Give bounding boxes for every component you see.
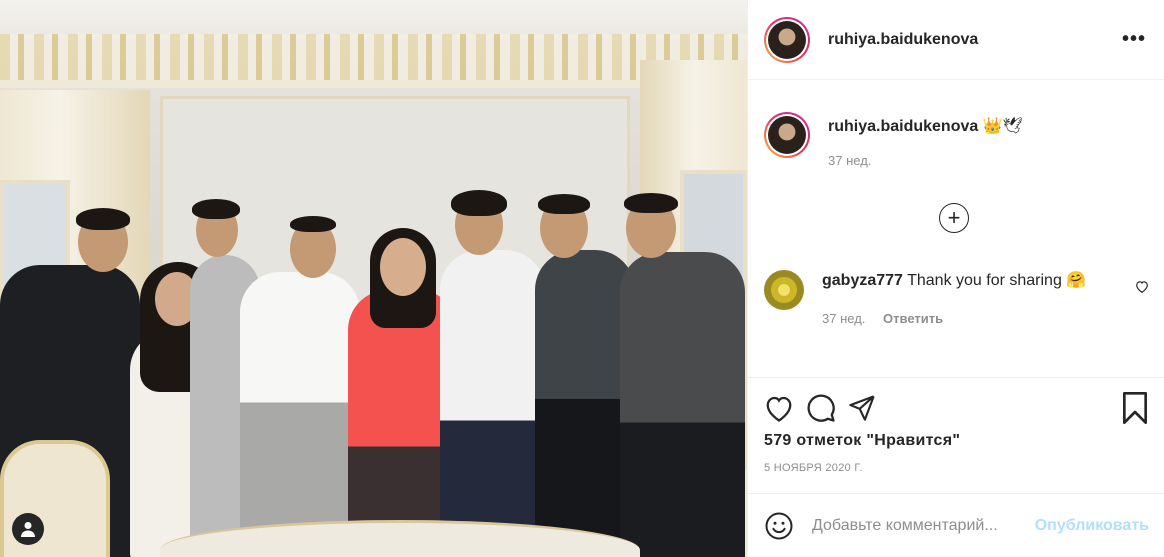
comment-text: Thank you for sharing 🤗: [907, 272, 1087, 289]
person-6: [440, 250, 545, 557]
action-icons: [764, 386, 1149, 430]
post-side-panel: ruhiya.baidukenova ••• ruhiya.baidukenov…: [747, 0, 1164, 557]
post-photo[interactable]: [0, 0, 747, 557]
comment-icon: [807, 394, 835, 422]
person-8: [620, 252, 745, 557]
comment-button[interactable]: [806, 393, 836, 423]
user-tag-button[interactable]: [12, 513, 44, 545]
caption-avatar[interactable]: [764, 112, 810, 158]
comment-like-button[interactable]: [1135, 280, 1149, 298]
author-username[interactable]: ruhiya.baidukenova: [828, 31, 978, 49]
user-tag-icon: [21, 522, 35, 537]
reply-button[interactable]: Ответить: [883, 311, 943, 326]
author-avatar-image: [768, 20, 806, 59]
person-4: [240, 272, 360, 557]
save-button[interactable]: [1121, 392, 1149, 424]
load-more-comments-button[interactable]: +: [939, 203, 969, 233]
caption-time[interactable]: 37 нед.: [828, 153, 871, 168]
caption-text: 👑🕊: [982, 118, 1023, 135]
like-button[interactable]: [764, 394, 794, 422]
comment-time[interactable]: 37 нед.: [822, 311, 865, 326]
heart-icon: [1136, 281, 1148, 294]
smiley-icon: [765, 512, 793, 539]
publish-button[interactable]: Опубликовать: [1035, 517, 1149, 535]
person-3-hair: [192, 199, 240, 219]
bookmark-icon: [1123, 392, 1147, 424]
commenter-avatar[interactable]: [764, 270, 804, 310]
post-date[interactable]: 5 НОЯБРЯ 2020 Г.: [764, 462, 1149, 474]
comment-input[interactable]: [812, 516, 1022, 535]
person-6-hair: [451, 190, 507, 216]
post-actions: 579 отметок "Нравится" 5 НОЯБРЯ 2020 Г.: [748, 377, 1164, 474]
comment-username[interactable]: gabyza777: [822, 272, 903, 289]
person-5-head: [380, 238, 426, 296]
instagram-post-modal: ruhiya.baidukenova ••• ruhiya.baidukenov…: [0, 0, 1164, 557]
add-comment-bar: Опубликовать: [748, 493, 1164, 557]
paper-plane-icon: [849, 395, 875, 421]
emoji-button[interactable]: [764, 511, 794, 541]
person-1-hair: [76, 208, 130, 230]
person-4-hair: [290, 216, 336, 232]
comment-item: gabyza777 Thank you for sharing 🤗 37 нед…: [764, 270, 1092, 330]
more-options-icon[interactable]: •••: [1122, 28, 1146, 51]
comments-section: ruhiya.baidukenova 👑🕊 37 нед. + gabyza77…: [748, 80, 1164, 380]
caption: ruhiya.baidukenova 👑🕊 37 нед.: [764, 112, 1023, 172]
caption-username[interactable]: ruhiya.baidukenova: [828, 118, 978, 135]
person-7-hair: [538, 194, 590, 214]
person-8-hair: [624, 193, 678, 213]
photo-frieze: [0, 34, 747, 80]
likes-count[interactable]: 579 отметок "Нравится": [764, 432, 1149, 450]
share-button[interactable]: [848, 394, 876, 422]
author-avatar[interactable]: [764, 16, 810, 63]
post-header: ruhiya.baidukenova •••: [748, 0, 1164, 80]
heart-icon: [766, 396, 792, 422]
photo-molding: [0, 80, 747, 88]
